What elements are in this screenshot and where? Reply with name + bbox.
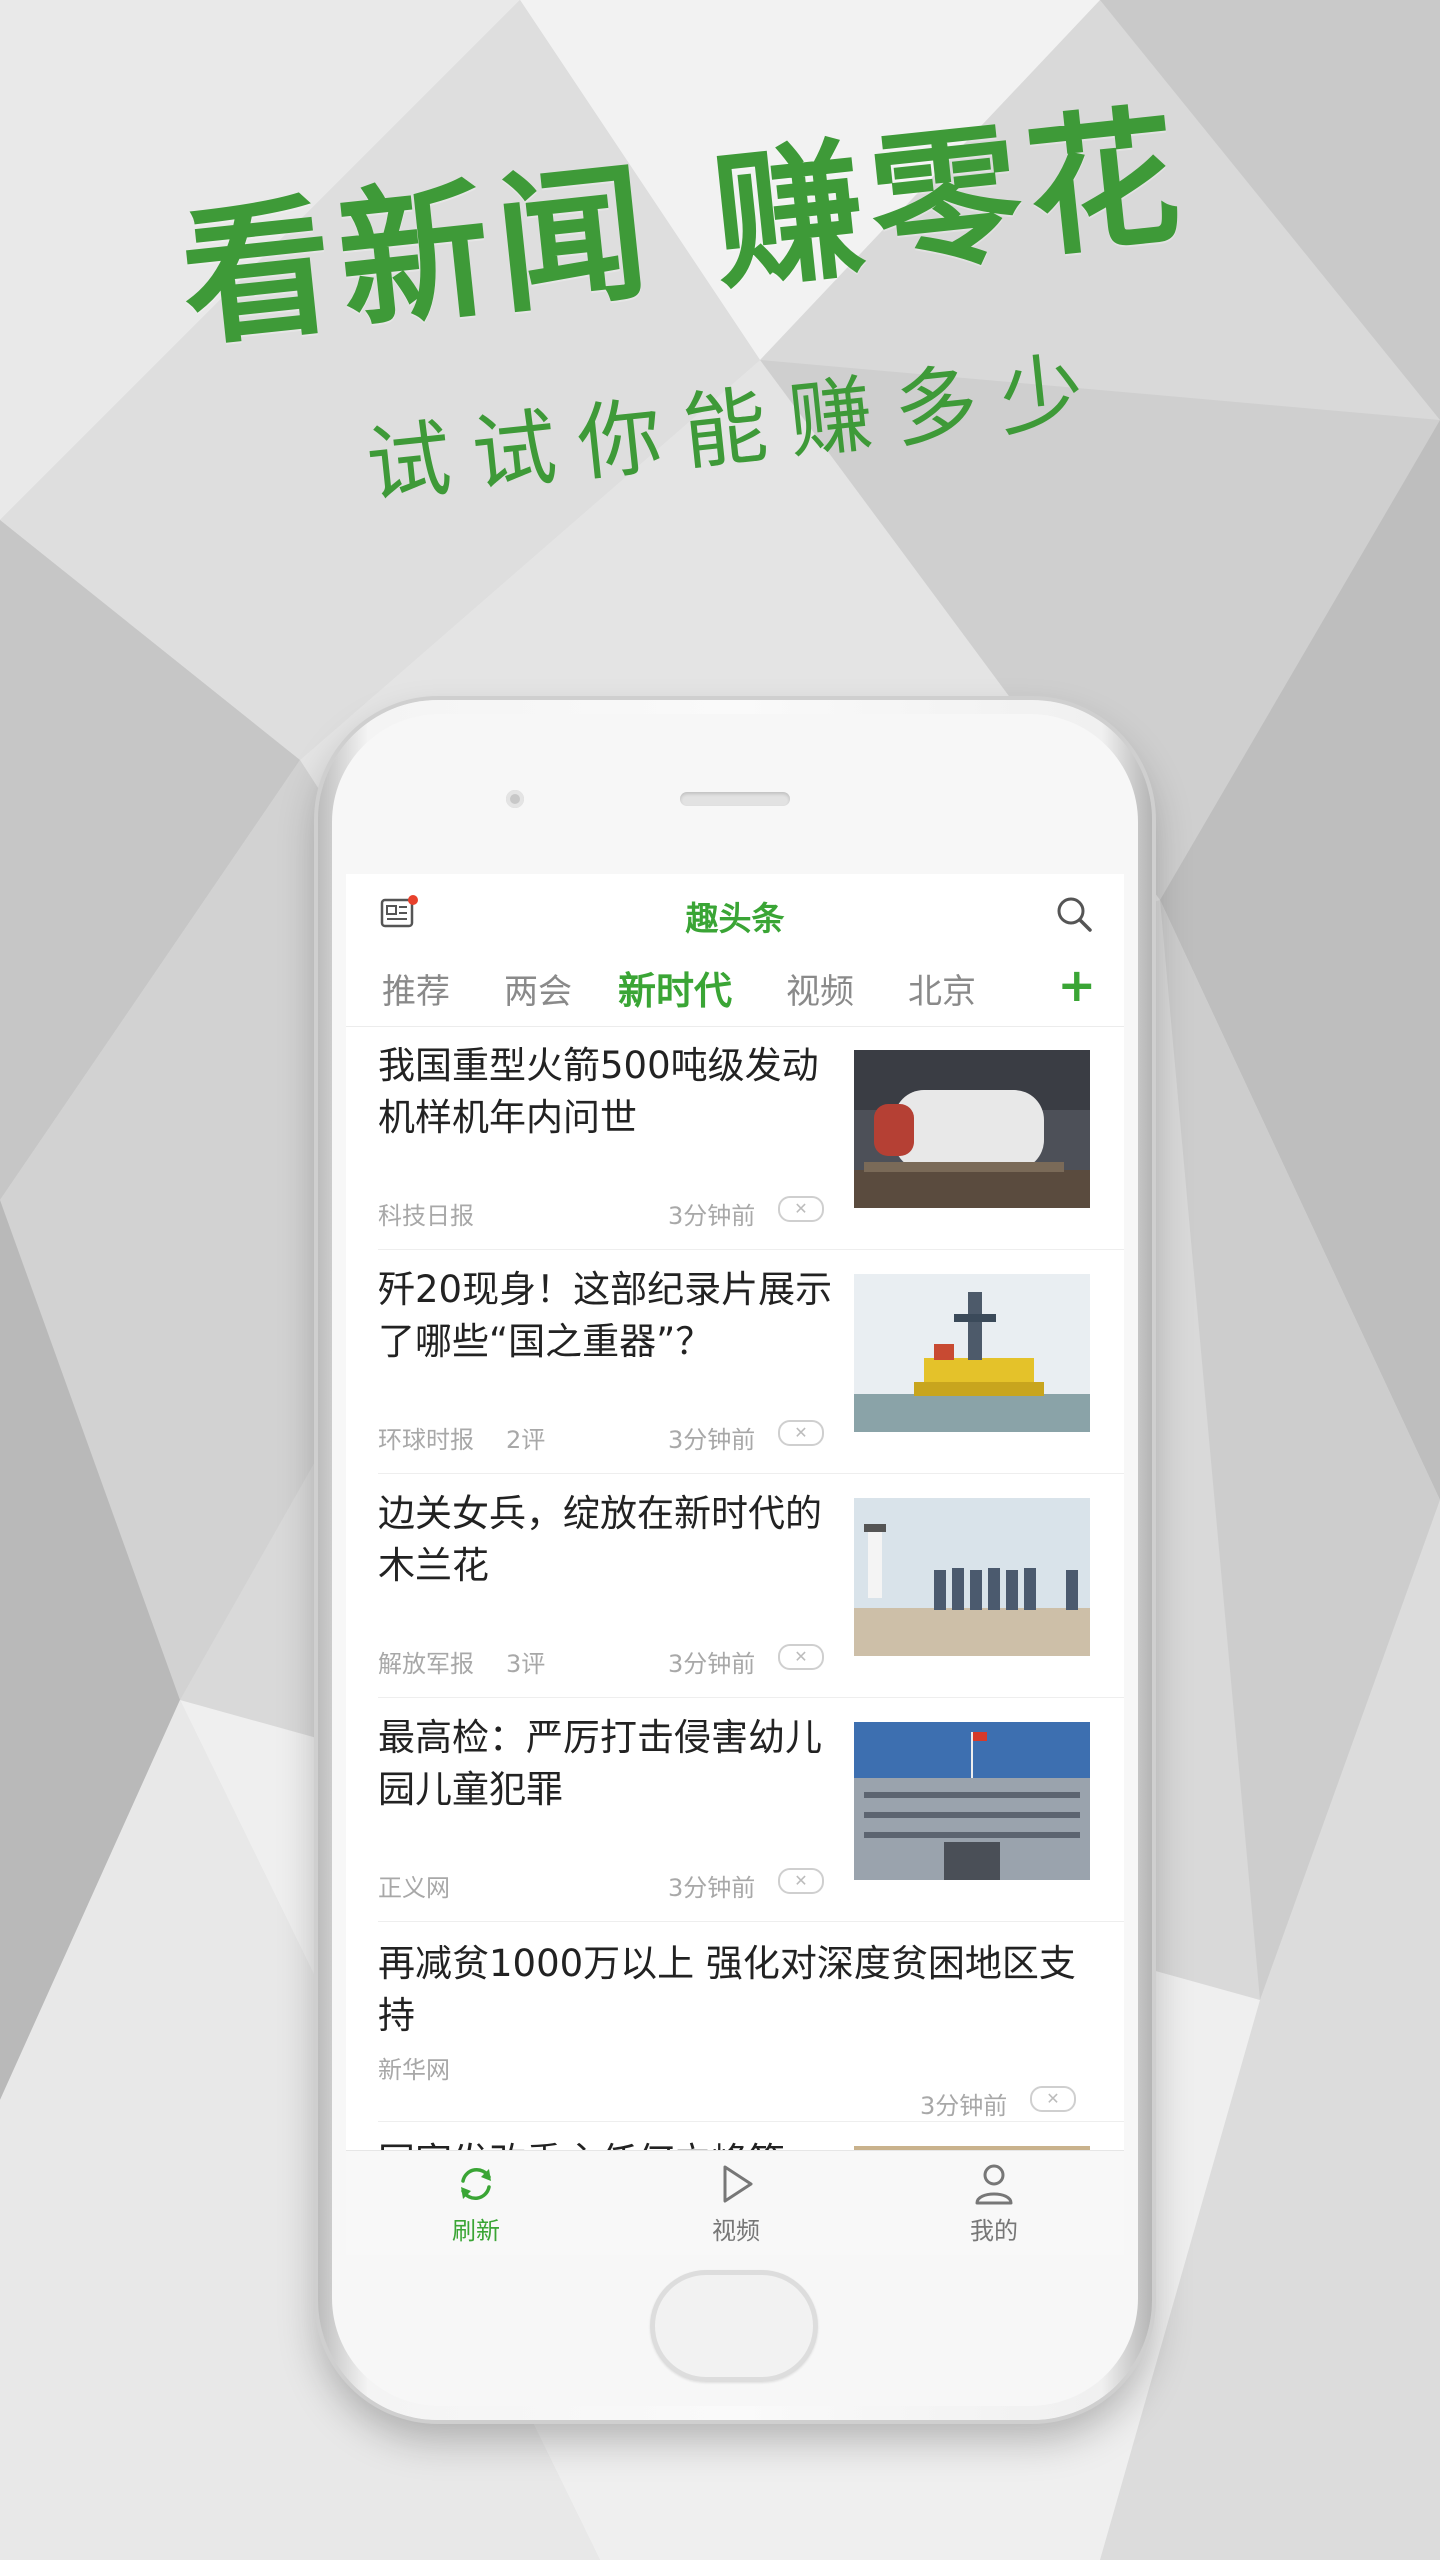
search-icon[interactable] [1054,894,1094,934]
news-thumbnail[interactable] [854,1274,1090,1432]
list-item[interactable]: 歼20现身！这部纪录片展示了哪些“国之重器”？ 环球时报 2评 3分钟前 ✕ [346,1250,1124,1474]
news-thumbnail[interactable] [854,1050,1090,1208]
news-title[interactable]: 再减贫1000万以上 强化对深度贫困地区支持 [378,1938,1098,2042]
dismiss-button[interactable]: ✕ [778,1868,824,1894]
earpiece-speaker [680,792,790,806]
front-camera [506,790,524,808]
app-screen: 趣头条 推荐 两会 新时代 视频 北京 + 我国重型火箭500吨级发动机样机年内… [346,874,1124,2254]
home-button[interactable] [650,2270,818,2382]
comment-count: 2评 [506,1426,546,1454]
nav-refresh-label: 刷新 [452,2217,500,2245]
news-time: 3分钟前 [920,2092,1008,2120]
list-item[interactable]: 再减贫1000万以上 强化对深度贫困地区支持 新华网 3分钟前 ✕ [346,1922,1124,2122]
dismiss-button[interactable]: ✕ [778,1644,824,1670]
refresh-icon [461,2168,491,2200]
news-source: 新华网 [378,2056,450,2084]
dismiss-button[interactable]: ✕ [778,1420,824,1446]
dismiss-button[interactable]: ✕ [1030,2086,1076,2112]
news-source: 解放军报 [378,1650,474,1678]
news-thumbnail[interactable] [854,1722,1090,1880]
tab-two-sessions[interactable]: 两会 [504,964,572,1013]
nav-video[interactable]: 视频 [676,2161,796,2246]
news-title[interactable]: 歼20现身！这部纪录片展示了哪些“国之重器”？ [378,1264,838,1368]
bottom-nav: 刷新 视频 我的 [346,2150,1124,2255]
channel-tabs: 推荐 两会 新时代 视频 北京 + [346,956,1124,1027]
nav-video-label: 视频 [712,2217,760,2245]
comment-count: 3评 [506,1650,546,1678]
news-time: 3分钟前 [668,1202,756,1230]
dismiss-button[interactable]: ✕ [778,1196,824,1222]
news-time: 3分钟前 [668,1426,756,1454]
top-bar: 趣头条 [346,874,1124,954]
list-item[interactable]: 我国重型火箭500吨级发动机样机年内问世 科技日报 3分钟前 ✕ [346,1026,1124,1250]
tab-video[interactable]: 视频 [786,964,854,1013]
app-title: 趣头条 [685,899,785,938]
news-thumbnail[interactable] [854,1498,1090,1656]
list-item[interactable]: 最高检：严厉打击侵害幼儿园儿童犯罪 正义网 3分钟前 ✕ [346,1698,1124,1922]
tab-new-era[interactable]: 新时代 [618,960,732,1015]
news-title[interactable]: 边关女兵，绽放在新时代的木兰花 [378,1488,838,1592]
add-channel-button[interactable]: + [1057,958,1096,1012]
news-source: 环球时报 [378,1426,474,1454]
nav-refresh[interactable]: 刷新 [416,2161,536,2246]
news-source: 科技日报 [378,1202,474,1230]
nav-profile[interactable]: 我的 [934,2161,1054,2246]
user-icon [975,2164,1013,2205]
news-source: 正义网 [378,1874,450,1902]
news-title[interactable]: 最高检：严厉打击侵害幼儿园儿童犯罪 [378,1712,838,1816]
list-item[interactable]: 边关女兵，绽放在新时代的木兰花 解放军报 3评 3分钟前 ✕ [346,1474,1124,1698]
tab-recommend[interactable]: 推荐 [382,964,450,1013]
news-time: 3分钟前 [668,1650,756,1678]
tab-beijing[interactable]: 北京 [908,964,976,1013]
play-icon [723,2165,753,2203]
nav-profile-label: 我的 [970,2217,1018,2245]
news-time: 3分钟前 [668,1874,756,1902]
news-title[interactable]: 我国重型火箭500吨级发动机样机年内问世 [378,1040,838,1144]
